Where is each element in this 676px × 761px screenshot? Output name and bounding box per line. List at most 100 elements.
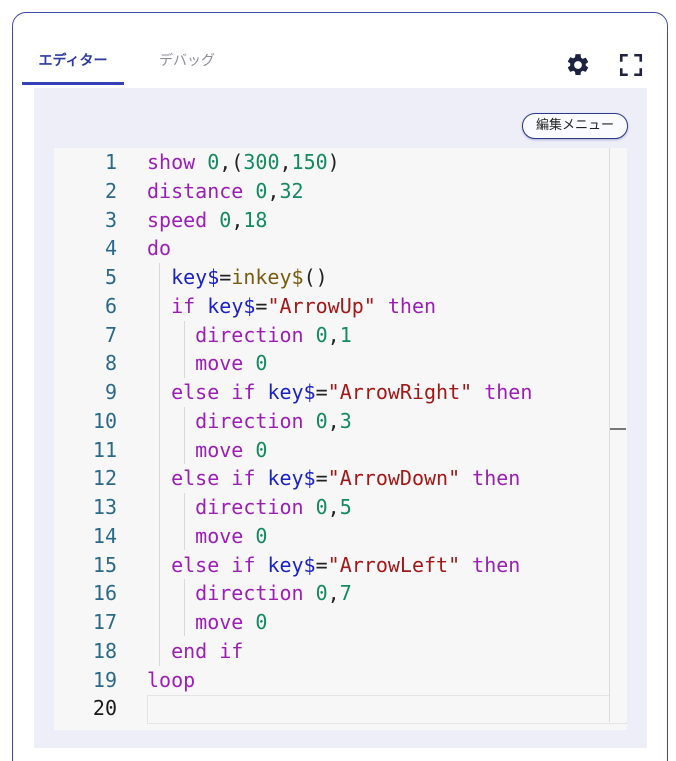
code-token: key$ — [267, 380, 316, 404]
code-token: 0 — [255, 351, 268, 376]
line-number: 11 — [92, 437, 117, 462]
code-text: loop — [147, 666, 195, 695]
code-line[interactable]: 11 move 0 — [54, 436, 614, 465]
code-line[interactable]: 19 loop — [54, 666, 614, 695]
code-line[interactable]: 17 move 0 — [54, 608, 614, 637]
tab-debug[interactable]: デバッグ — [147, 40, 227, 85]
code-line[interactable]: 13 direction 0,5 — [54, 493, 614, 522]
code-token: 3 — [339, 408, 352, 433]
line-number: 1 — [104, 150, 117, 174]
code-line[interactable]: 2 distance 0,32 — [54, 177, 614, 206]
code-line[interactable]: 15 else if key$="ArrowLeft" then — [54, 551, 614, 580]
code-token: ) — [327, 150, 340, 174]
code-token: 0 — [315, 495, 328, 519]
code-text: else if key$="ArrowLeft" then — [147, 551, 520, 580]
code-token: 5 — [339, 495, 352, 519]
code-line[interactable]: 20 — [54, 694, 614, 723]
line-number: 5 — [104, 265, 117, 289]
code-token: () — [303, 265, 328, 289]
code-token: key$ — [267, 466, 316, 491]
code-token: 0 — [255, 178, 268, 203]
code-token: 300 — [243, 150, 280, 174]
code-token: move — [195, 351, 244, 376]
line-number: 15 — [92, 552, 117, 577]
code-token: then — [484, 380, 533, 404]
code-token: ,( — [219, 150, 244, 174]
code-line[interactable]: 9 else if key$="ArrowRight" then — [54, 378, 614, 407]
code-line[interactable]: 14 move 0 — [54, 522, 614, 551]
line-number: 4 — [104, 236, 117, 261]
line-number: 8 — [104, 351, 117, 376]
code-token: then — [387, 293, 437, 318]
line-number: 3 — [104, 207, 117, 232]
code-token: , — [327, 495, 340, 519]
code-token: speed — [147, 207, 208, 232]
code-token: direction — [195, 581, 304, 606]
code-text: move 0 — [147, 436, 267, 465]
code-line[interactable]: 5 key$=inkey$() — [54, 263, 614, 292]
code-line[interactable]: 10 direction 0,3 — [54, 407, 614, 436]
code-token: 0 — [315, 408, 328, 433]
tab-editor[interactable]: エディター — [22, 40, 124, 85]
code-text: speed 0,18 — [147, 206, 267, 235]
code-token: 32 — [279, 178, 304, 203]
code-token: 0 — [219, 207, 232, 232]
code-token: show — [147, 150, 196, 174]
code-token: "ArrowRight" — [327, 380, 473, 404]
code-text: do — [147, 234, 171, 263]
code-token: , — [327, 581, 340, 606]
code-token: key$ — [267, 552, 316, 577]
code-text: move 0 — [147, 522, 267, 551]
code-token: if — [171, 293, 196, 318]
line-number: 19 — [92, 667, 117, 692]
code-line[interactable]: 12 else if key$="ArrowDown" then — [54, 464, 614, 493]
code-token: = — [255, 293, 268, 318]
code-text: key$=inkey$() — [147, 263, 328, 292]
code-token: else if — [171, 552, 256, 577]
code-token: else if — [171, 466, 256, 491]
code-text: distance 0,32 — [147, 177, 304, 206]
gear-icon[interactable] — [565, 52, 591, 78]
code-line[interactable]: 6 if key$="ArrowUp" then — [54, 292, 614, 321]
code-token: 1 — [339, 322, 352, 347]
code-lines: 1 show 0,(300,150) 2 distance 0,32 3 speed 0,… — [54, 148, 614, 723]
code-token: = — [315, 552, 328, 577]
fullscreen-icon[interactable] — [618, 52, 644, 78]
code-token: , — [267, 178, 280, 203]
code-text: direction 0,7 — [147, 579, 352, 608]
code-line[interactable]: 1 show 0,(300,150) — [54, 148, 614, 177]
line-number: 17 — [92, 610, 117, 634]
code-token: 0 — [255, 610, 268, 634]
code-token: 0 — [255, 437, 268, 462]
tab-bar: エディター デバッグ — [22, 40, 242, 86]
code-text: if key$="ArrowUp" then — [147, 292, 436, 321]
code-token: inkey$ — [231, 265, 304, 289]
code-token: end if — [171, 638, 244, 663]
code-token: , — [327, 408, 340, 433]
code-line[interactable]: 16 direction 0,7 — [54, 579, 614, 608]
line-number: 14 — [92, 523, 117, 548]
code-line[interactable]: 7 direction 0,1 — [54, 321, 614, 350]
code-line[interactable]: 18 end if — [54, 637, 614, 666]
code-line[interactable]: 4 do — [54, 234, 614, 263]
line-number: 16 — [92, 581, 117, 606]
code-token: "ArrowUp" — [267, 293, 376, 318]
code-line[interactable]: 8 move 0 — [54, 349, 614, 378]
line-number: 10 — [92, 408, 117, 433]
code-text: move 0 — [147, 349, 267, 378]
code-line[interactable]: 3 speed 0,18 — [54, 206, 614, 235]
code-token: 0 — [207, 150, 220, 174]
code-token: then — [472, 552, 521, 577]
edit-menu-button[interactable]: 編集メニュー — [522, 113, 628, 139]
code-token: , — [327, 322, 340, 347]
code-token: = — [315, 466, 328, 491]
